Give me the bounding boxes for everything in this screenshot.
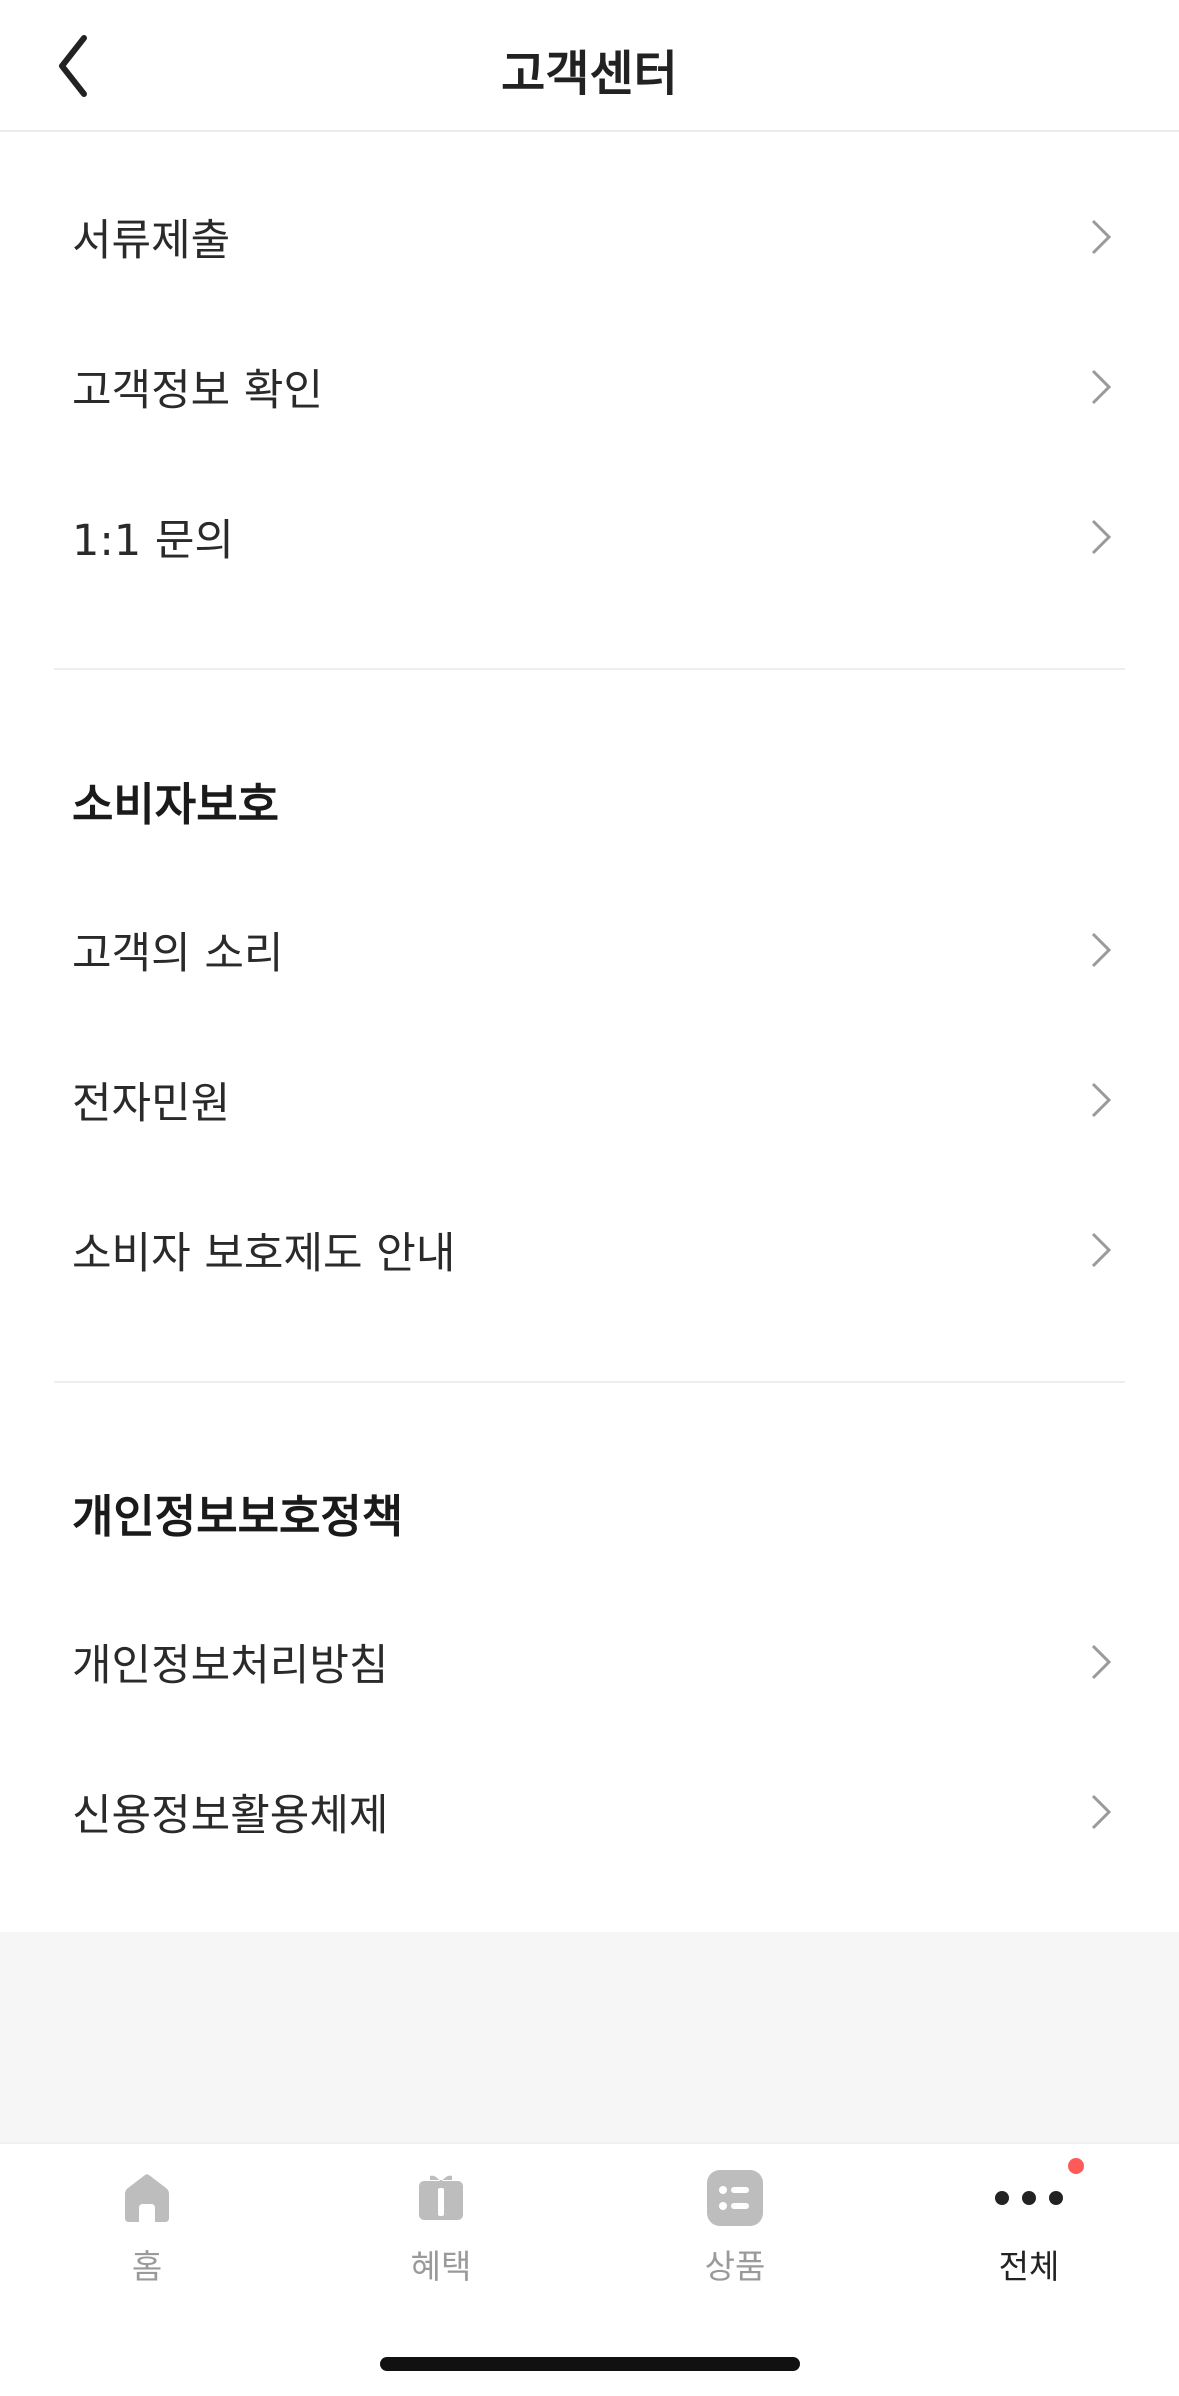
bottom-spacer <box>0 1932 1179 2142</box>
tab-all[interactable]: 전체 <box>882 2144 1176 2294</box>
chevron-right-icon <box>1091 219 1112 255</box>
section-title-privacy-policy: 개인정보보호정책 <box>72 1490 404 1543</box>
menu-item-credit-info-usage[interactable]: 신용정보활용체제 <box>0 1737 1179 1887</box>
menu-item-label: 전자민원 <box>72 1079 231 1129</box>
menu-item-privacy-handling-policy[interactable]: 개인정보처리방침 <box>0 1587 1179 1737</box>
tab-label: 전체 <box>998 2247 1060 2286</box>
chevron-right-icon <box>1091 1082 1112 1118</box>
menu-item-label: 소비자 보호제도 안내 <box>72 1229 456 1279</box>
chevron-right-icon <box>1091 369 1112 405</box>
menu-item-consumer-protection-guide[interactable]: 소비자 보호제도 안내 <box>0 1175 1179 1325</box>
home-indicator <box>380 2357 800 2371</box>
menu-item-label: 1:1 문의 <box>72 516 234 566</box>
header: 고객센터 <box>0 0 1179 132</box>
section-title-consumer-protection: 소비자보호 <box>72 778 280 831</box>
tab-benefits[interactable]: 혜택 <box>294 2144 588 2294</box>
chevron-right-icon <box>1091 519 1112 555</box>
chevron-right-icon <box>1091 1794 1112 1830</box>
menu-item-label: 신용정보활용체제 <box>72 1791 389 1841</box>
tab-label: 홈 <box>131 2247 163 2286</box>
menu-item-electronic-complaint[interactable]: 전자민원 <box>0 1025 1179 1175</box>
chevron-right-icon <box>1091 1644 1112 1680</box>
menu-item-customer-info[interactable]: 고객정보 확인 <box>0 312 1179 462</box>
notification-badge <box>1068 2158 1084 2174</box>
tab-products[interactable]: 상품 <box>588 2144 882 2294</box>
tab-home[interactable]: 홈 <box>0 2144 294 2294</box>
menu-item-label: 개인정보처리방침 <box>72 1641 389 1691</box>
page-title: 고객센터 <box>501 46 678 102</box>
section-divider <box>54 668 1125 670</box>
tab-label: 상품 <box>704 2247 766 2286</box>
home-icon <box>125 2174 169 2222</box>
menu-item-label: 고객정보 확인 <box>72 366 324 416</box>
gift-icon <box>419 2175 463 2220</box>
list-icon <box>707 2170 763 2226</box>
menu-item-document-submit[interactable]: 서류제출 <box>0 162 1179 312</box>
tab-label: 혜택 <box>410 2247 472 2286</box>
more-dots-icon <box>995 2191 1063 2205</box>
chevron-right-icon <box>1091 932 1112 968</box>
chevron-right-icon <box>1091 1232 1112 1268</box>
section-divider <box>54 1381 1125 1383</box>
menu-item-one-on-one-inquiry[interactable]: 1:1 문의 <box>0 462 1179 612</box>
menu-item-customer-voice[interactable]: 고객의 소리 <box>0 875 1179 1025</box>
menu-item-label: 고객의 소리 <box>72 929 284 979</box>
menu-item-label: 서류제출 <box>72 216 231 266</box>
